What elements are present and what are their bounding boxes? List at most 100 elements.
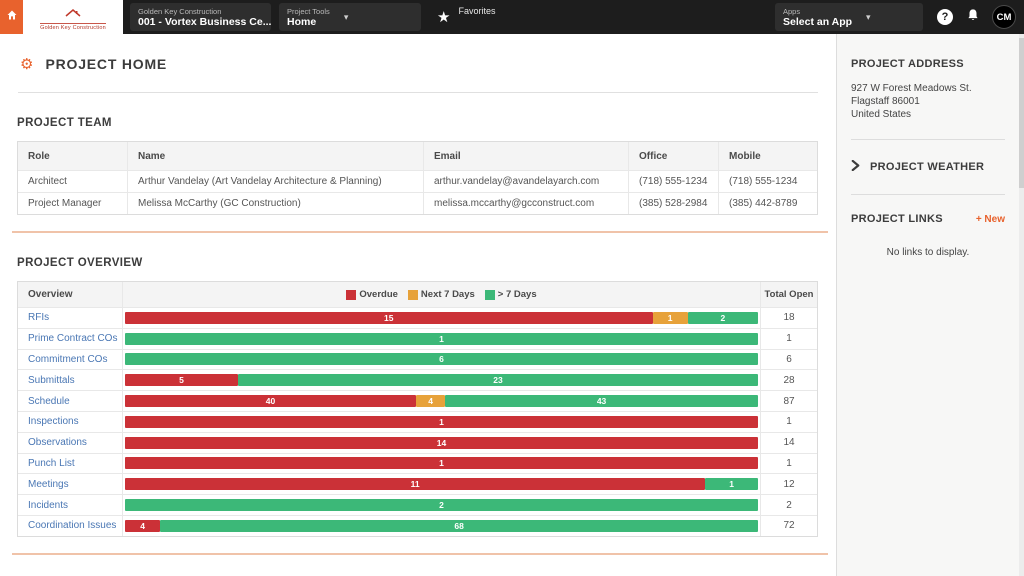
star-icon[interactable]: ★: [437, 10, 450, 25]
section-divider: [12, 552, 828, 555]
tools-selector-label: Project Tools: [287, 7, 330, 16]
links-empty-message: No links to display.: [886, 247, 970, 258]
project-tools-selector[interactable]: Project Tools Home ▾: [279, 3, 421, 31]
bar-segment-overdue: 5: [125, 374, 239, 387]
team-mobile: (385) 442-8789: [729, 198, 798, 209]
stacked-bar: 1: [125, 457, 758, 470]
overview-row: Schedule 40 4 43 87: [18, 390, 817, 411]
project-weather-toggle[interactable]: PROJECT WEATHER: [851, 158, 1005, 176]
top-navigation-bar: Golden Key Construction Golden Key Const…: [0, 0, 1024, 34]
stacked-bar: 6: [125, 353, 758, 366]
project-overview-table: Overview Overdue Next 7 Days > 7 Days To…: [17, 281, 818, 537]
team-role: Project Manager: [18, 193, 128, 214]
address-line: Flagstaff 86001: [851, 96, 920, 107]
bar-segment-gt7: 1: [125, 332, 758, 345]
page-title: PROJECT HOME: [45, 56, 168, 72]
new-link-button[interactable]: + New: [976, 214, 1005, 225]
address-line: 927 W Forest Meadows St.: [851, 83, 972, 94]
scrollbar-thumb[interactable]: [1019, 38, 1024, 188]
overview-link-inspections[interactable]: Inspections: [28, 416, 79, 427]
col-header-office: Office: [629, 142, 719, 170]
overview-link-incidents[interactable]: Incidents: [28, 500, 68, 511]
main-content: ⚙ PROJECT HOME PROJECT TEAM Role Name Em…: [0, 34, 836, 576]
stacked-bar: 1: [125, 332, 758, 345]
topbar-right-cluster: Apps Select an App ▾ ? CM: [775, 3, 1024, 31]
overview-link-coordination-issues[interactable]: Coordination Issues: [28, 520, 116, 531]
chevron-down-icon: ▾: [343, 12, 349, 22]
overview-table-header: Overview Overdue Next 7 Days > 7 Days To…: [18, 282, 817, 307]
overview-link-observations[interactable]: Observations: [28, 437, 87, 448]
total-open-value: 18: [760, 308, 817, 328]
help-button[interactable]: ?: [937, 9, 953, 25]
stacked-bar: 40 4 43: [125, 395, 758, 408]
company-project-selector[interactable]: Golden Key Construction 001 - Vortex Bus…: [130, 3, 290, 31]
favorites-control[interactable]: ★ Favorites: [437, 6, 495, 25]
team-table-header: Role Name Email Office Mobile: [18, 142, 817, 170]
title-divider: [18, 92, 818, 93]
legend-item-next7: Next 7 Days: [407, 289, 475, 300]
overdue-swatch-icon: [346, 289, 357, 300]
overview-row: Punch List 1 1: [18, 452, 817, 474]
total-open-value: 72: [760, 515, 817, 536]
overview-link-schedule[interactable]: Schedule: [28, 396, 70, 407]
section-divider: [12, 231, 828, 233]
bar-segment-overdue: 4: [125, 519, 161, 532]
overview-row: Inspections 1 1: [18, 410, 817, 432]
col-header-role: Role: [18, 142, 128, 170]
overview-row: Submittals 5 23 28: [18, 369, 817, 391]
gear-icon: ⚙: [20, 55, 34, 73]
project-team-table: Role Name Email Office Mobile Architect …: [17, 141, 818, 215]
overview-row: Incidents 2 2: [18, 494, 817, 515]
question-mark-icon: ?: [941, 11, 949, 23]
bar-segment-next7: 1: [652, 311, 688, 324]
total-open-value: 6: [760, 349, 817, 370]
overview-row: Meetings 11 1 12: [18, 473, 817, 495]
bar-segment-overdue: 1: [125, 415, 758, 428]
col-header-name: Name: [128, 142, 424, 170]
notifications-button[interactable]: [966, 8, 980, 27]
sidebar-divider: [851, 194, 1005, 195]
total-open-value: 2: [760, 495, 817, 515]
total-open-value: 1: [760, 328, 817, 349]
apps-selector[interactable]: Apps Select an App ▾: [775, 3, 923, 31]
gt7-swatch-icon: [484, 289, 495, 300]
overview-link-commitment-cos[interactable]: Commitment COs: [28, 354, 107, 365]
user-avatar[interactable]: CM: [992, 5, 1016, 29]
bar-segment-overdue: 11: [125, 478, 706, 491]
team-name: Arthur Vandelay (Art Vandelay Architectu…: [128, 171, 424, 192]
project-links-header: PROJECT LINKS + New: [851, 213, 1005, 225]
bar-segment-overdue: 14: [125, 436, 758, 449]
company-logo[interactable]: Golden Key Construction: [23, 0, 123, 34]
total-open-value: 87: [760, 391, 817, 411]
vertical-scrollbar[interactable]: [1019, 34, 1024, 576]
legend-item-gt7: > 7 Days: [484, 289, 537, 300]
address-line: United States: [851, 109, 912, 120]
legend-item-overdue: Overdue: [346, 289, 398, 300]
team-name: Melissa McCarthy (GC Construction): [128, 193, 424, 214]
overview-link-submittals[interactable]: Submittals: [28, 375, 75, 386]
overview-link-punch-list[interactable]: Punch List: [28, 458, 75, 469]
overview-link-prime-contract-cos[interactable]: Prime Contract COs: [28, 333, 117, 344]
bar-segment-gt7: 23: [238, 374, 758, 387]
project-links-heading: PROJECT LINKS: [851, 213, 943, 225]
table-row: Architect Arthur Vandelay (Art Vandelay …: [18, 170, 817, 192]
bar-segment-overdue: 15: [125, 311, 653, 324]
col-header-email: Email: [424, 142, 629, 170]
stacked-bar: 4 68: [125, 519, 758, 532]
team-office: (385) 528-2984: [629, 193, 719, 214]
total-open-value: 1: [760, 411, 817, 432]
home-button[interactable]: [0, 0, 23, 34]
chevron-down-icon: ▾: [866, 12, 871, 22]
project-address: 927 W Forest Meadows St. Flagstaff 86001…: [851, 82, 1005, 121]
team-email: arthur.vandelay@avandelayarch.com: [424, 171, 629, 192]
stacked-bar: 5 23: [125, 374, 758, 387]
overview-link-rfis[interactable]: RFIs: [28, 312, 49, 323]
right-sidebar: PROJECT ADDRESS 927 W Forest Meadows St.…: [836, 34, 1019, 576]
table-row: Project Manager Melissa McCarthy (GC Con…: [18, 192, 817, 214]
overview-link-meetings[interactable]: Meetings: [28, 479, 69, 490]
company-logo-roof-icon: [65, 4, 81, 22]
bell-icon: [966, 8, 980, 27]
stacked-bar: 14: [125, 436, 758, 449]
overview-row: RFIs 15 1 2 18: [18, 307, 817, 328]
next7-swatch-icon: [407, 289, 418, 300]
